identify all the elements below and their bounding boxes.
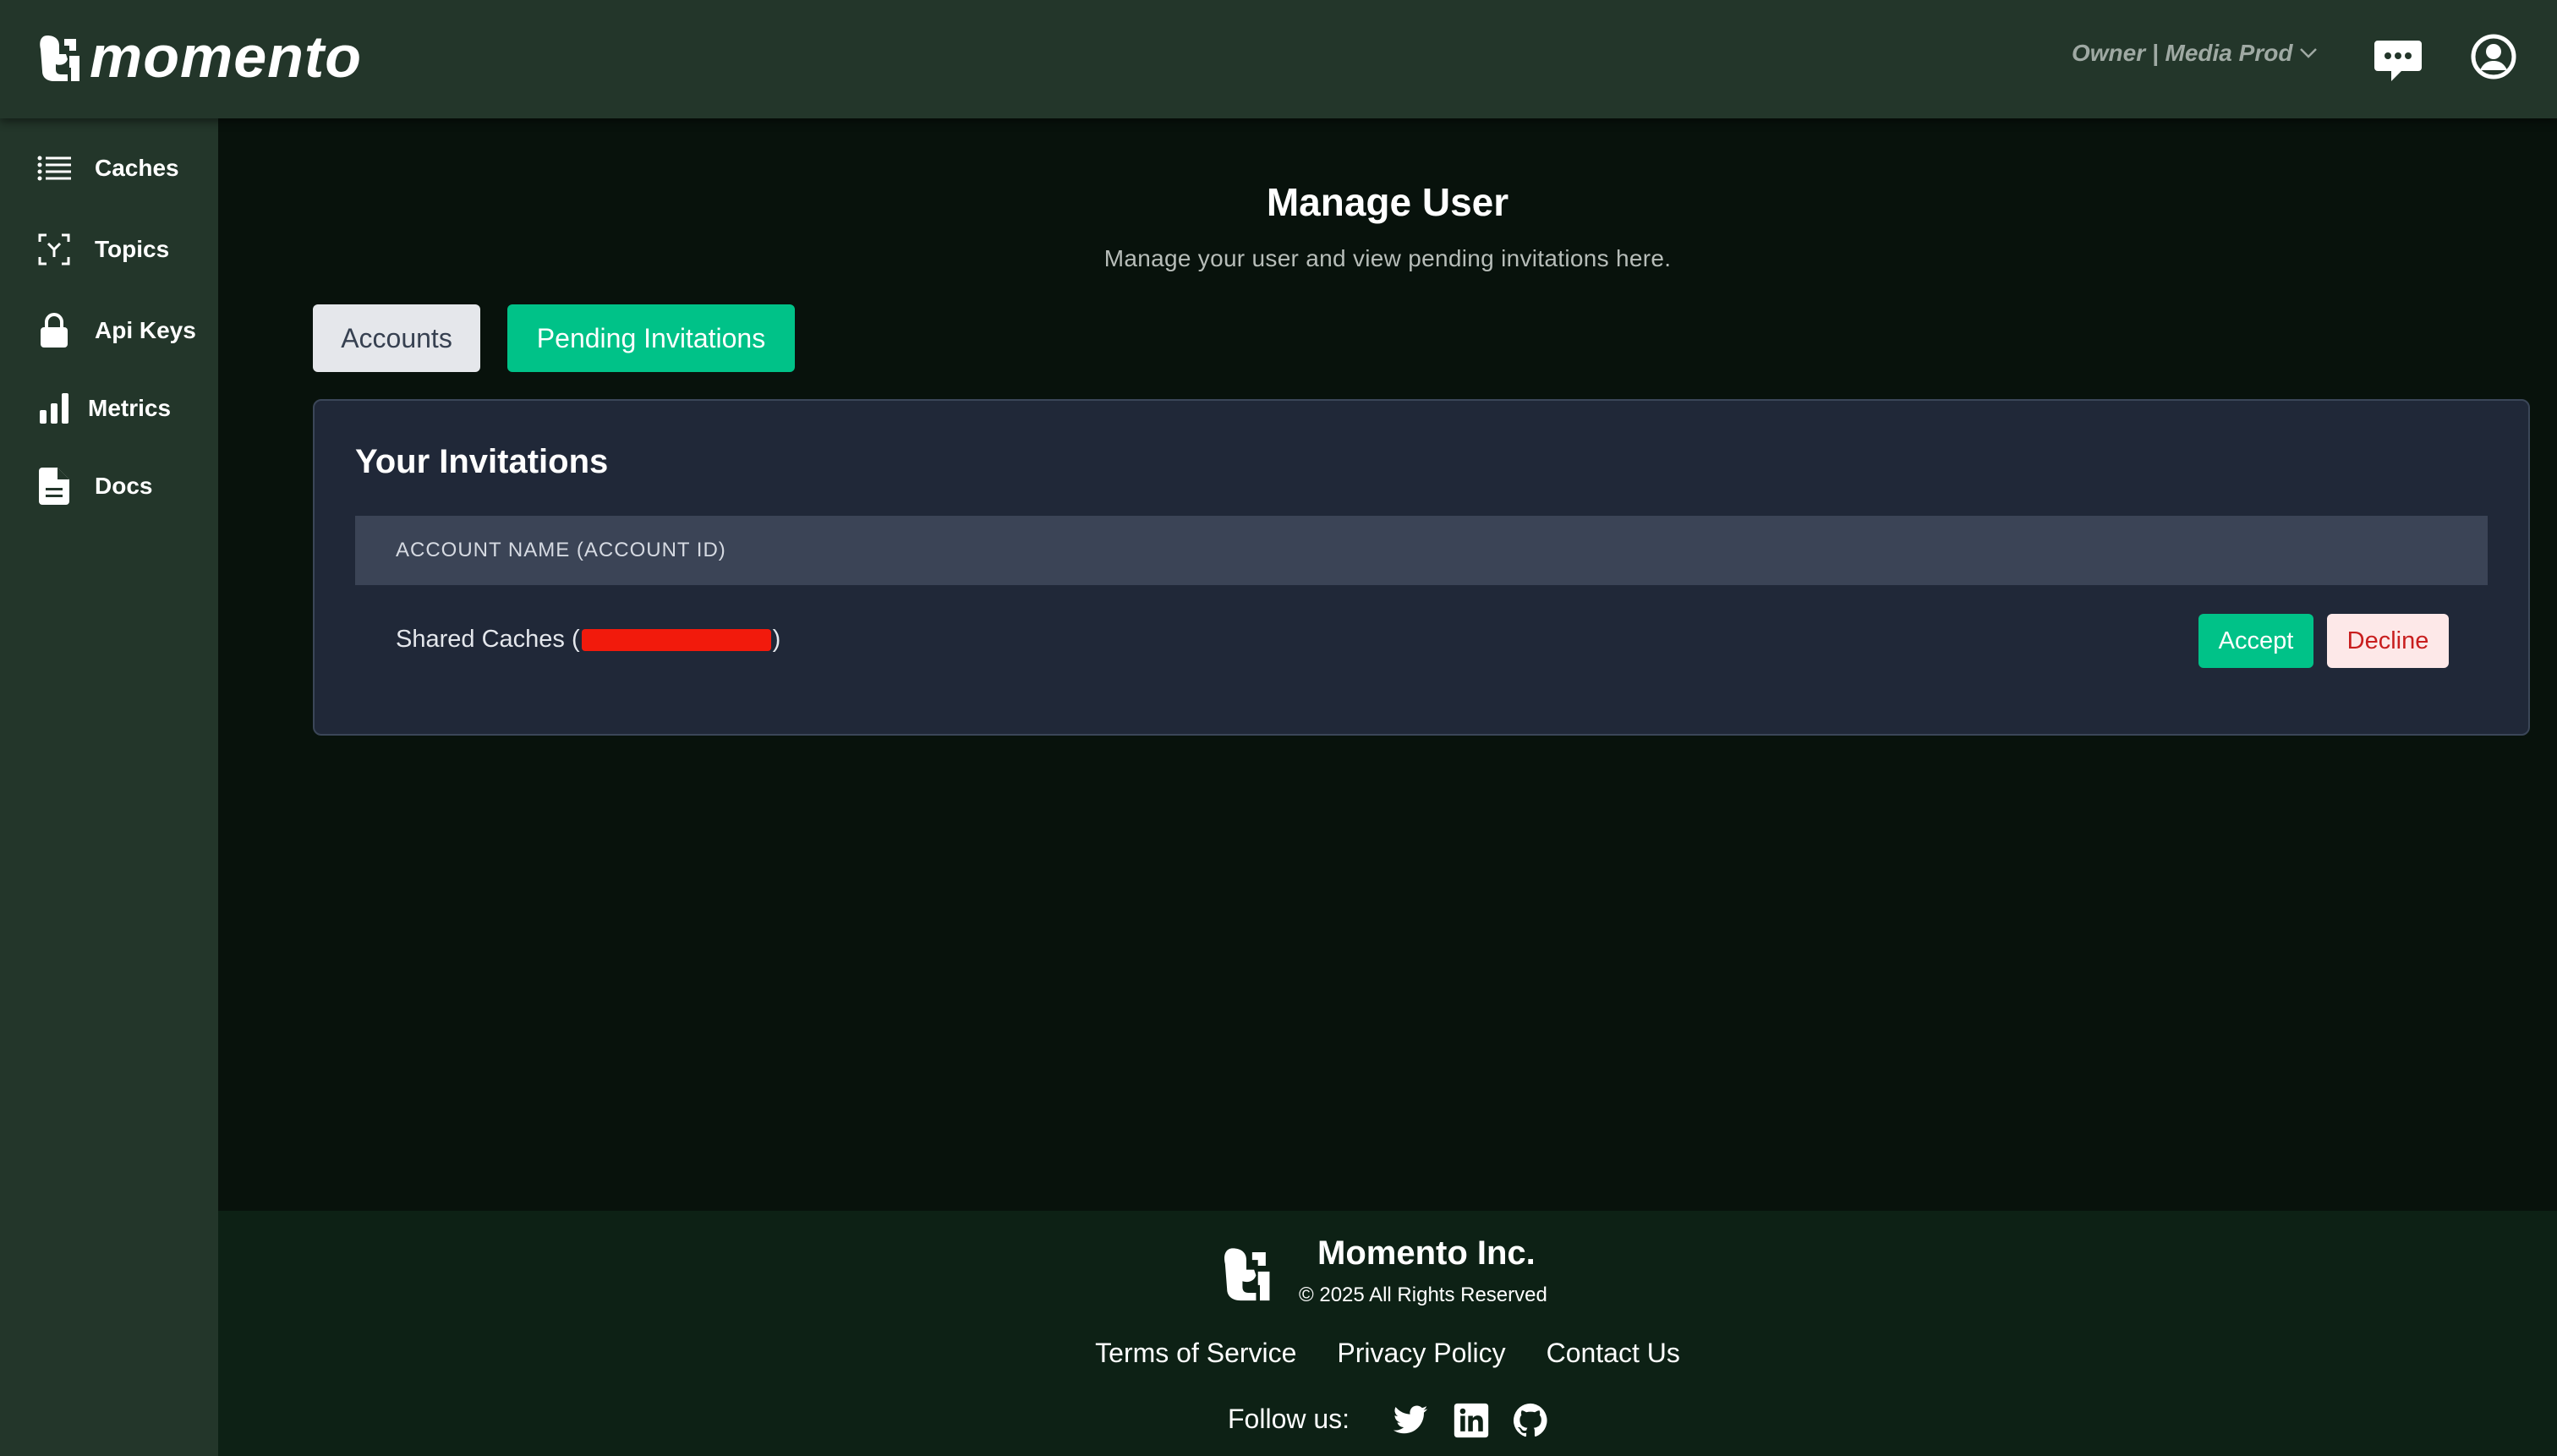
chevron-down-icon — [2300, 48, 2318, 58]
sidebar-item-topics[interactable]: Topics — [0, 216, 218, 283]
terms-link[interactable]: Terms of Service — [1095, 1338, 1296, 1369]
close-paren: ) — [772, 626, 781, 653]
sidebar-item-metrics[interactable]: Metrics — [0, 375, 218, 442]
sidebar-item-label: Topics — [95, 236, 170, 262]
invitation-account: Shared Caches () — [396, 626, 780, 654]
org-selector-label: Owner | Media Prod — [2072, 40, 2293, 66]
follow-label: Follow us: — [1228, 1404, 1350, 1434]
open-paren: ( — [571, 626, 580, 653]
decline-button[interactable]: Decline — [2327, 614, 2449, 668]
privacy-link[interactable]: Privacy Policy — [1337, 1338, 1505, 1369]
column-header-account-name: ACCOUNT NAME (ACCOUNT ID) — [396, 539, 726, 561]
invitations-title: Your Invitations — [355, 443, 609, 480]
sidebar: Caches Topics Api Keys Metrics Docs — [0, 118, 218, 1456]
list-icon — [36, 150, 73, 187]
footer-links: Terms of Service Privacy Policy Contact … — [218, 1338, 2557, 1369]
table-header: ACCOUNT NAME (ACCOUNT ID) — [355, 516, 2488, 585]
sidebar-item-docs[interactable]: Docs — [0, 452, 218, 520]
page-subtitle: Manage your user and view pending invita… — [1103, 245, 1672, 271]
chat-icon[interactable] — [2373, 37, 2423, 85]
contact-link[interactable]: Contact Us — [1547, 1338, 1680, 1369]
invitations-card: Your Invitations ACCOUNT NAME (ACCOUNT I… — [313, 399, 2530, 736]
github-icon[interactable] — [1512, 1402, 1549, 1439]
lock-icon — [36, 312, 73, 349]
brand-name: momento — [90, 24, 362, 90]
document-icon — [36, 468, 73, 505]
sidebar-item-api-keys[interactable]: Api Keys — [0, 297, 218, 364]
momento-logo-icon — [40, 36, 79, 81]
org-selector[interactable]: Owner | Media Prod — [2072, 34, 2318, 73]
accept-button[interactable]: Accept — [2198, 614, 2313, 668]
footer-company: Momento Inc. — [1317, 1234, 1536, 1272]
user-circle-icon[interactable] — [2471, 34, 2516, 79]
sidebar-item-caches[interactable]: Caches — [0, 134, 218, 202]
sidebar-item-label: Docs — [95, 473, 153, 499]
topics-icon — [36, 231, 73, 268]
page-title: Manage User — [1266, 180, 1509, 224]
tab-pending-invitations[interactable]: Pending Invitations — [507, 304, 795, 372]
top-bar: momento Owner | Media Prod — [0, 0, 2557, 118]
twitter-icon[interactable] — [1392, 1402, 1429, 1439]
sidebar-item-label: Caches — [95, 155, 179, 181]
linkedin-icon[interactable] — [1453, 1402, 1490, 1439]
sidebar-item-label: Metrics — [88, 395, 172, 421]
redacted-account-id — [581, 628, 771, 651]
brand-logo[interactable]: momento — [36, 27, 362, 86]
sidebar-item-label: Api Keys — [95, 317, 196, 343]
table-row: Shared Caches () Accept Decline — [355, 614, 2488, 668]
footer: Momento Inc. © 2025 All Rights Reserved … — [218, 1211, 2557, 1456]
footer-copyright: © 2025 All Rights Reserved — [1299, 1284, 1547, 1306]
tab-accounts[interactable]: Accounts — [313, 304, 480, 372]
momento-logo-icon — [1224, 1248, 1270, 1301]
bar-chart-icon — [36, 390, 73, 427]
account-name: Shared Caches — [396, 626, 565, 653]
